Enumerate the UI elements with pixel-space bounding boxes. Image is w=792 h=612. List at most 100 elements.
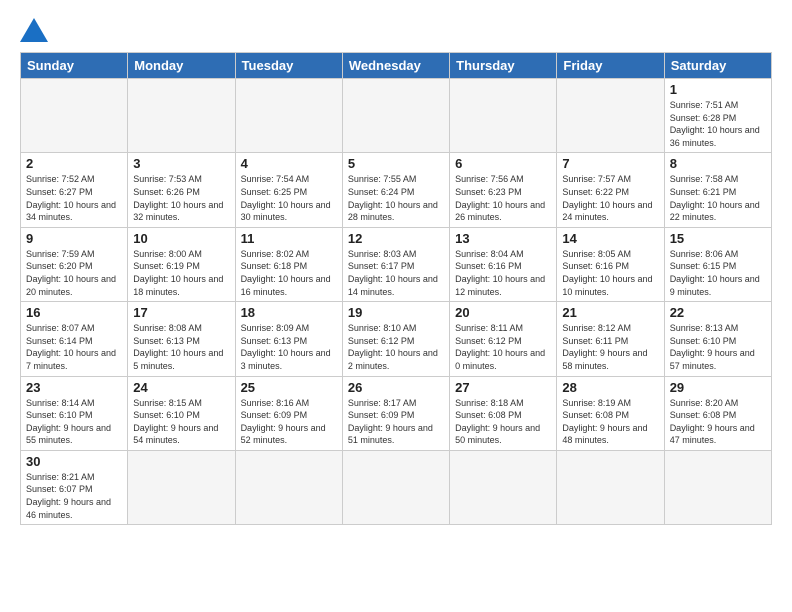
day-cell: 22Sunrise: 8:13 AM Sunset: 6:10 PM Dayli… [664, 302, 771, 376]
day-cell: 19Sunrise: 8:10 AM Sunset: 6:12 PM Dayli… [342, 302, 449, 376]
week-row-4: 16 Sunrise: 8:07 AM Sunset: 6:14 PM Dayli… [21, 302, 772, 376]
day-number: 3 [133, 156, 229, 171]
day-number: 24 [133, 380, 229, 395]
day-cell: 1 Sunrise: 7:51 AM Sunset: 6:28 PM Daylig… [664, 79, 771, 153]
day-number: 19 [348, 305, 444, 320]
day-cell: 7Sunrise: 7:57 AM Sunset: 6:22 PM Daylig… [557, 153, 664, 227]
day-cell: 2Sunrise: 7:52 AM Sunset: 6:27 PM Daylig… [21, 153, 128, 227]
day-info: Sunrise: 8:06 AM Sunset: 6:15 PM Dayligh… [670, 248, 766, 298]
weekday-sunday: Sunday [21, 53, 128, 79]
day-cell: 23Sunrise: 8:14 AM Sunset: 6:10 PM Dayli… [21, 376, 128, 450]
day-cell [342, 79, 449, 153]
day-cell: 17 Sunrise: 8:08 AM Sunset: 6:13 PM Dayli… [128, 302, 235, 376]
week-row-3: 9Sunrise: 7:59 AM Sunset: 6:20 PM Daylig… [21, 227, 772, 301]
day-number: 5 [348, 156, 444, 171]
weekday-tuesday: Tuesday [235, 53, 342, 79]
weekday-header-row: SundayMondayTuesdayWednesdayThursdayFrid… [21, 53, 772, 79]
day-info: Sunrise: 8:16 AM Sunset: 6:09 PM Dayligh… [241, 397, 337, 447]
day-number: 27 [455, 380, 551, 395]
day-info: Sunrise: 8:11 AM Sunset: 6:12 PM Dayligh… [455, 322, 551, 372]
day-info: Sunrise: 8:07 AM Sunset: 6:14 PM Dayligh… [26, 322, 122, 372]
day-cell: 29Sunrise: 8:20 AM Sunset: 6:08 PM Dayli… [664, 376, 771, 450]
day-number: 12 [348, 231, 444, 246]
day-number: 8 [670, 156, 766, 171]
day-number: 14 [562, 231, 658, 246]
page: SundayMondayTuesdayWednesdayThursdayFrid… [0, 0, 792, 535]
day-cell: 10 Sunrise: 8:00 AM Sunset: 6:19 PM Dayli… [128, 227, 235, 301]
day-number: 16 [26, 305, 122, 320]
day-info: Sunrise: 8:03 AM Sunset: 6:17 PM Dayligh… [348, 248, 444, 298]
day-number: 30 [26, 454, 122, 469]
day-cell: 5 Sunrise: 7:55 AM Sunset: 6:24 PM Daylig… [342, 153, 449, 227]
day-number: 18 [241, 305, 337, 320]
day-number: 26 [348, 380, 444, 395]
day-info: Sunrise: 7:58 AM Sunset: 6:21 PM Dayligh… [670, 173, 766, 223]
day-cell: 28Sunrise: 8:19 AM Sunset: 6:08 PM Dayli… [557, 376, 664, 450]
day-cell [21, 79, 128, 153]
day-info: Sunrise: 7:59 AM Sunset: 6:20 PM Dayligh… [26, 248, 122, 298]
day-cell: 3 Sunrise: 7:53 AM Sunset: 6:26 PM Daylig… [128, 153, 235, 227]
weekday-saturday: Saturday [664, 53, 771, 79]
day-info: Sunrise: 7:55 AM Sunset: 6:24 PM Dayligh… [348, 173, 444, 223]
weekday-monday: Monday [128, 53, 235, 79]
day-number: 1 [670, 82, 766, 97]
day-cell: 30 Sunrise: 8:21 AM Sunset: 6:07 PM Dayli… [21, 450, 128, 524]
day-info: Sunrise: 8:04 AM Sunset: 6:16 PM Dayligh… [455, 248, 551, 298]
day-cell: 21 Sunrise: 8:12 AM Sunset: 6:11 PM Dayli… [557, 302, 664, 376]
day-info: Sunrise: 8:05 AM Sunset: 6:16 PM Dayligh… [562, 248, 658, 298]
day-cell [235, 79, 342, 153]
day-cell: 11 Sunrise: 8:02 AM Sunset: 6:18 PM Dayli… [235, 227, 342, 301]
day-number: 17 [133, 305, 229, 320]
weekday-wednesday: Wednesday [342, 53, 449, 79]
day-info: Sunrise: 7:51 AM Sunset: 6:28 PM Dayligh… [670, 99, 766, 149]
day-cell: 9Sunrise: 7:59 AM Sunset: 6:20 PM Daylig… [21, 227, 128, 301]
day-info: Sunrise: 8:21 AM Sunset: 6:07 PM Dayligh… [26, 471, 122, 521]
day-cell [557, 450, 664, 524]
weekday-thursday: Thursday [450, 53, 557, 79]
day-number: 25 [241, 380, 337, 395]
day-cell: 27 Sunrise: 8:18 AM Sunset: 6:08 PM Dayli… [450, 376, 557, 450]
day-cell: 12 Sunrise: 8:03 AM Sunset: 6:17 PM Dayli… [342, 227, 449, 301]
day-info: Sunrise: 8:02 AM Sunset: 6:18 PM Dayligh… [241, 248, 337, 298]
calendar-table: SundayMondayTuesdayWednesdayThursdayFrid… [20, 52, 772, 525]
day-number: 15 [670, 231, 766, 246]
day-number: 7 [562, 156, 658, 171]
day-number: 4 [241, 156, 337, 171]
day-cell: 13Sunrise: 8:04 AM Sunset: 6:16 PM Dayli… [450, 227, 557, 301]
day-info: Sunrise: 8:00 AM Sunset: 6:19 PM Dayligh… [133, 248, 229, 298]
day-cell [664, 450, 771, 524]
day-number: 20 [455, 305, 551, 320]
day-number: 22 [670, 305, 766, 320]
day-cell [128, 450, 235, 524]
day-cell: 26 Sunrise: 8:17 AM Sunset: 6:09 PM Dayli… [342, 376, 449, 450]
day-info: Sunrise: 7:53 AM Sunset: 6:26 PM Dayligh… [133, 173, 229, 223]
day-info: Sunrise: 8:17 AM Sunset: 6:09 PM Dayligh… [348, 397, 444, 447]
day-number: 2 [26, 156, 122, 171]
day-cell: 6 Sunrise: 7:56 AM Sunset: 6:23 PM Daylig… [450, 153, 557, 227]
week-row-5: 23Sunrise: 8:14 AM Sunset: 6:10 PM Dayli… [21, 376, 772, 450]
day-info: Sunrise: 7:56 AM Sunset: 6:23 PM Dayligh… [455, 173, 551, 223]
day-cell: 18 Sunrise: 8:09 AM Sunset: 6:13 PM Dayli… [235, 302, 342, 376]
day-cell: 8 Sunrise: 7:58 AM Sunset: 6:21 PM Daylig… [664, 153, 771, 227]
logo [20, 18, 56, 42]
day-cell: 25 Sunrise: 8:16 AM Sunset: 6:09 PM Dayli… [235, 376, 342, 450]
day-cell [450, 450, 557, 524]
header [20, 18, 772, 42]
day-cell: 16 Sunrise: 8:07 AM Sunset: 6:14 PM Dayli… [21, 302, 128, 376]
day-info: Sunrise: 8:09 AM Sunset: 6:13 PM Dayligh… [241, 322, 337, 372]
day-info: Sunrise: 8:08 AM Sunset: 6:13 PM Dayligh… [133, 322, 229, 372]
week-row-2: 2Sunrise: 7:52 AM Sunset: 6:27 PM Daylig… [21, 153, 772, 227]
day-info: Sunrise: 8:15 AM Sunset: 6:10 PM Dayligh… [133, 397, 229, 447]
day-number: 28 [562, 380, 658, 395]
day-number: 11 [241, 231, 337, 246]
day-info: Sunrise: 8:14 AM Sunset: 6:10 PM Dayligh… [26, 397, 122, 447]
day-number: 29 [670, 380, 766, 395]
day-info: Sunrise: 8:12 AM Sunset: 6:11 PM Dayligh… [562, 322, 658, 372]
day-cell: 20 Sunrise: 8:11 AM Sunset: 6:12 PM Dayli… [450, 302, 557, 376]
day-number: 6 [455, 156, 551, 171]
day-cell [450, 79, 557, 153]
day-number: 10 [133, 231, 229, 246]
day-number: 21 [562, 305, 658, 320]
day-info: Sunrise: 8:18 AM Sunset: 6:08 PM Dayligh… [455, 397, 551, 447]
weekday-friday: Friday [557, 53, 664, 79]
